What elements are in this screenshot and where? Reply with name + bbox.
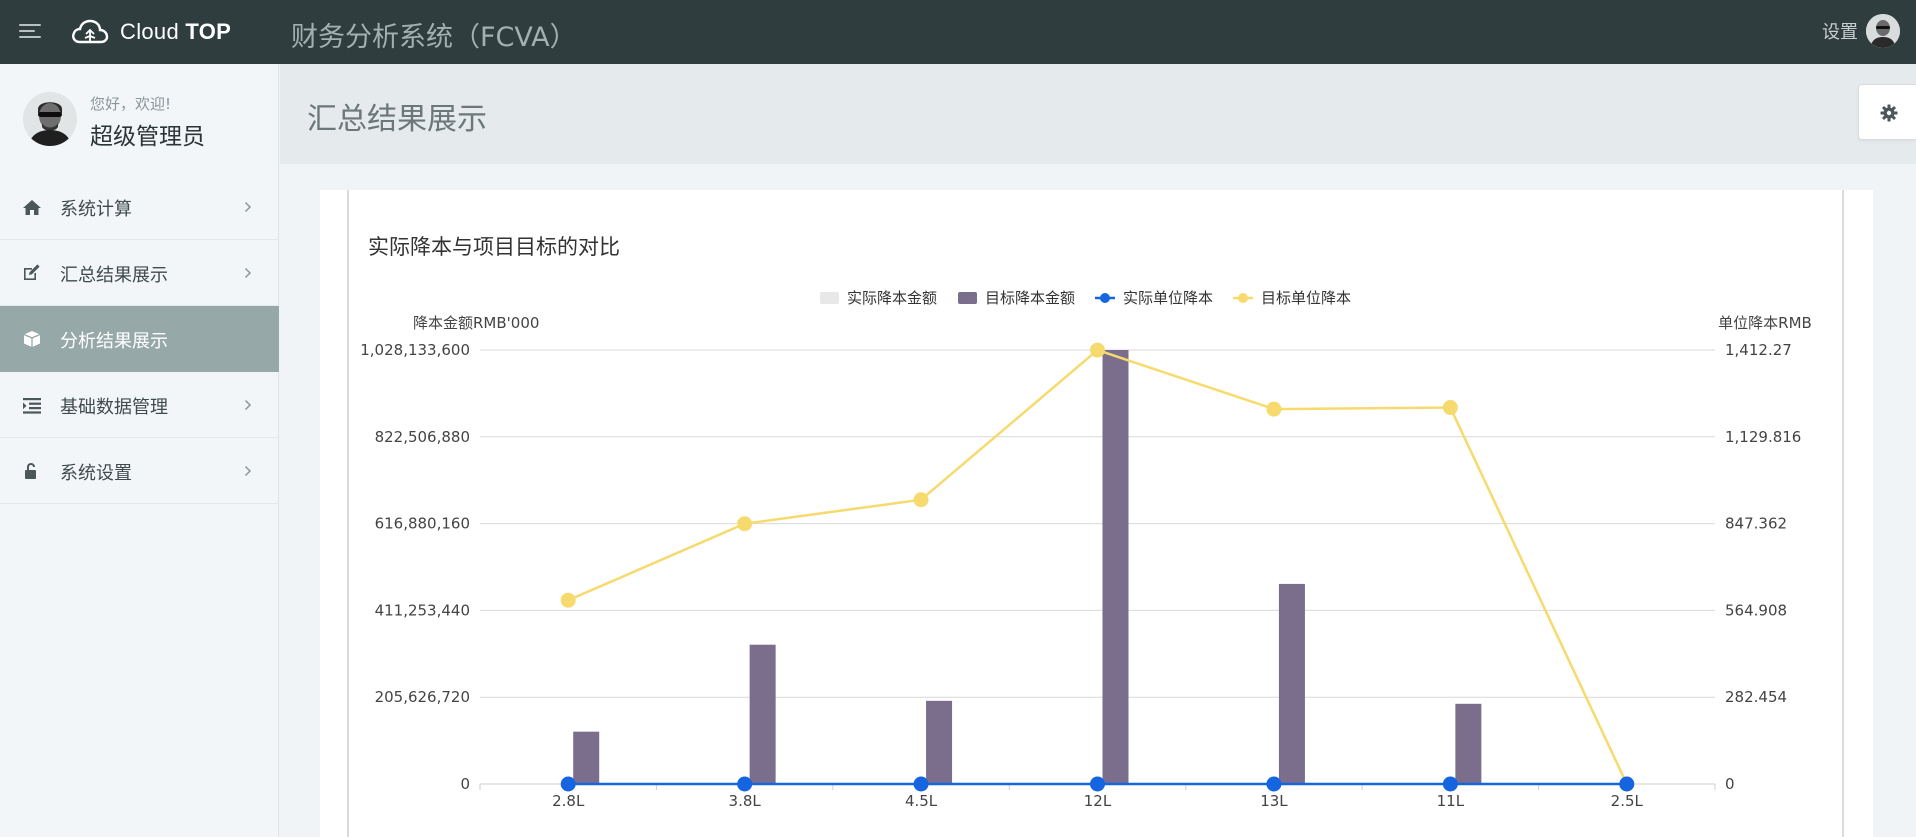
y-tick-label-left: 411,253,440 <box>375 601 470 619</box>
y-tick-label-left: 0 <box>460 775 470 793</box>
point-actual-unit-saving <box>1090 776 1105 792</box>
y-tick-label-right: 847.362 <box>1725 515 1787 533</box>
unlock-icon <box>25 463 36 479</box>
y-tick-label-right: 1,412.27 <box>1725 341 1792 359</box>
bar-target-saving <box>1102 350 1129 784</box>
user-profile: 您好，欢迎! 超级管理员 <box>0 64 279 174</box>
bar-target-saving <box>1278 583 1305 784</box>
x-tick-label: 11L <box>1437 792 1465 810</box>
gear-icon <box>1880 104 1898 122</box>
y-tick-label-left: 205,626,720 <box>375 688 470 706</box>
cube-icon <box>23 331 41 347</box>
x-tick-label: 2.5L <box>1611 792 1644 810</box>
y-axis-title-right: 单位降本RMB <box>1718 314 1812 332</box>
y-tick-label-right: 1,129.816 <box>1725 428 1801 446</box>
settings-link[interactable]: 设置 <box>1822 18 1858 44</box>
sidebar-item-label: 汇总结果展示 <box>60 265 168 286</box>
bar-target-saving <box>749 644 776 784</box>
point-target-unit-saving <box>913 492 929 508</box>
sidebar-item-system-calc[interactable]: 系统计算 <box>0 174 279 240</box>
x-tick-label: 13L <box>1260 792 1288 810</box>
point-target-unit-saving <box>1442 400 1458 416</box>
legend-label: 目标单位降本 <box>1261 289 1351 307</box>
brand-name: Cloud TOP <box>120 19 232 44</box>
bar-target-saving <box>926 700 953 784</box>
sidebar-item-label: 分析结果展示 <box>60 331 168 352</box>
app-title: 财务分析系统（FCVA） <box>291 22 577 53</box>
point-actual-unit-saving <box>913 776 929 792</box>
legend-label: 实际降本金额 <box>847 289 937 307</box>
top-navbar: Cloud TOP 财务分析系统（FCVA） 设置 <box>0 0 1916 64</box>
username: 超级管理员 <box>90 124 205 150</box>
y-tick-label-left: 822,506,880 <box>375 428 470 446</box>
y-axis-title-left: 降本金额RMB'000 <box>413 314 539 332</box>
greeting-text: 您好，欢迎! <box>90 95 172 113</box>
sidebar-item-label: 基础数据管理 <box>60 397 168 418</box>
menu-toggle-icon[interactable] <box>19 23 41 39</box>
home-icon <box>23 200 41 215</box>
chevron-right-icon <box>244 267 252 279</box>
point-target-unit-saving <box>560 592 576 608</box>
sidebar: 您好，欢迎! 超级管理员 系统计算 汇总结果展示 分析结果展示 基础数据管理 系… <box>0 64 279 837</box>
legend-marker <box>1100 293 1110 303</box>
chart-title: 实际降本与项目目标的对比 <box>368 235 620 259</box>
combo-chart: 0 0 205,626,720 282.454 411,253,440 564.908 61… <box>360 289 1812 810</box>
sidebar-menu: 系统计算 汇总结果展示 分析结果展示 基础数据管理 系统设置 <box>0 174 279 504</box>
x-tick-label: 2.8L <box>552 792 585 810</box>
sidebar-item-analysis-results[interactable]: 分析结果展示 <box>0 306 279 372</box>
avatar[interactable] <box>1866 14 1900 48</box>
point-actual-unit-saving <box>560 776 576 792</box>
list-indent-icon <box>23 398 41 414</box>
point-actual-unit-saving <box>1266 776 1282 792</box>
user-menu[interactable]: 设置 <box>1822 14 1900 48</box>
y-tick-label-left: 1,028,133,600 <box>360 341 470 359</box>
y-tick-label-right: 282.454 <box>1725 688 1787 706</box>
y-tick-label-left: 616,880,160 <box>375 515 470 533</box>
legend-label: 目标降本金额 <box>985 289 1075 307</box>
edit-icon <box>24 264 40 280</box>
avatar[interactable] <box>23 92 77 146</box>
x-tick-label: 4.5L <box>905 792 938 810</box>
point-actual-unit-saving <box>1619 776 1635 792</box>
point-target-unit-saving <box>1266 401 1282 417</box>
settings-toggle-button[interactable] <box>1858 84 1916 140</box>
chevron-right-icon <box>244 201 252 213</box>
x-tick-label: 3.8L <box>729 792 762 810</box>
sidebar-item-summary-results[interactable]: 汇总结果展示 <box>0 240 279 306</box>
legend-swatch <box>958 292 977 304</box>
point-actual-unit-saving <box>737 776 753 792</box>
bar-target-saving <box>573 731 600 784</box>
y-tick-label-right: 0 <box>1725 775 1735 793</box>
sidebar-item-base-data[interactable]: 基础数据管理 <box>0 372 279 438</box>
point-target-unit-saving <box>737 516 753 532</box>
legend-label: 实际单位降本 <box>1123 289 1213 307</box>
content-header: 汇总结果展示 <box>280 64 1916 164</box>
y-tick-label-right: 564.908 <box>1725 601 1787 619</box>
page-title: 汇总结果展示 <box>307 102 487 137</box>
chevron-right-icon <box>244 465 252 477</box>
point-actual-unit-saving <box>1442 776 1458 792</box>
legend-swatch <box>820 292 839 304</box>
sidebar-item-label: 系统设置 <box>60 463 132 484</box>
sidebar-item-system-settings[interactable]: 系统设置 <box>0 438 279 504</box>
point-target-unit-saving <box>1090 342 1105 358</box>
x-tick-label: 12L <box>1084 792 1112 810</box>
chevron-right-icon <box>244 399 252 411</box>
cloud-logo-icon <box>72 19 109 44</box>
legend-marker <box>1238 293 1248 303</box>
bar-target-saving <box>1455 703 1482 784</box>
sidebar-item-label: 系统计算 <box>60 199 132 220</box>
brand-logo[interactable]: Cloud TOP <box>70 14 231 50</box>
